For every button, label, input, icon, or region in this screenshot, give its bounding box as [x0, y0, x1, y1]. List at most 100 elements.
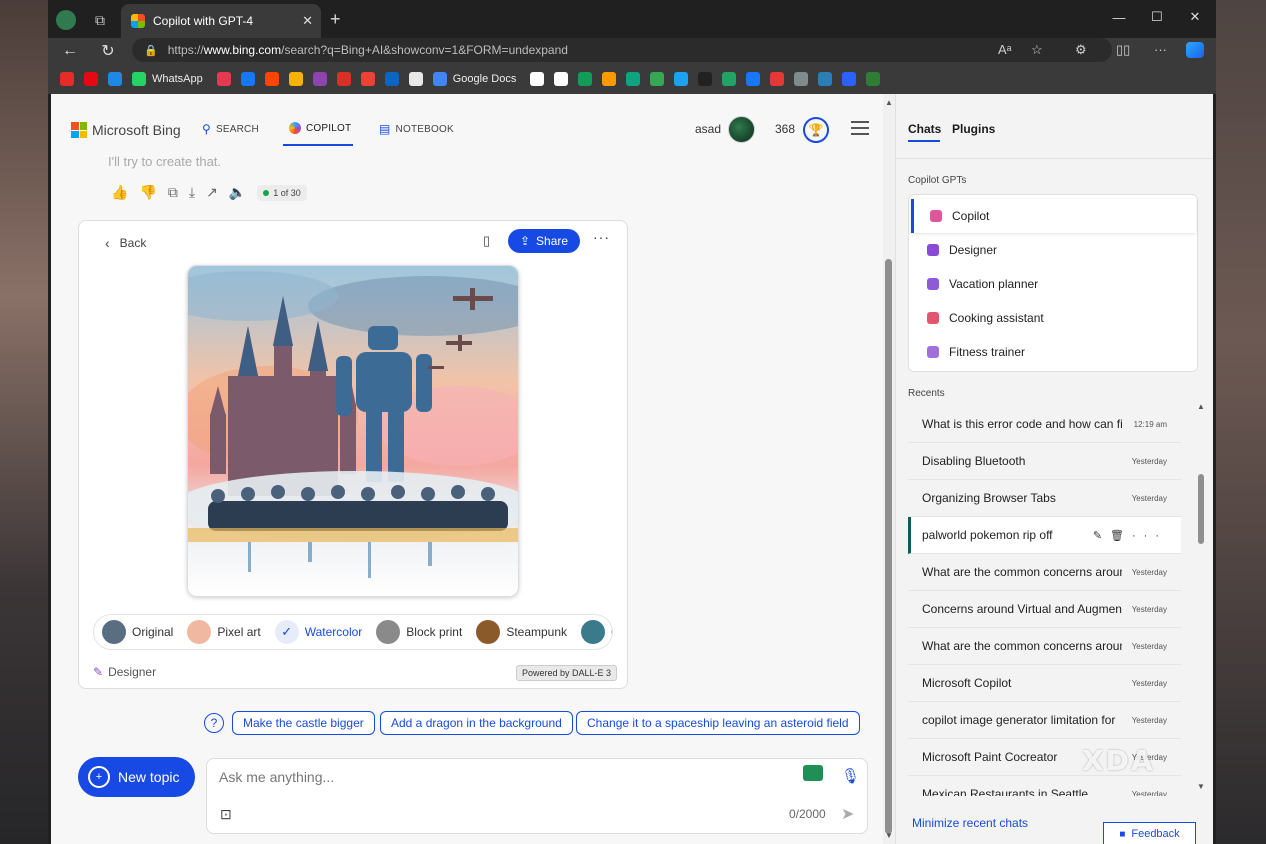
gpt-item[interactable]: Cooking assistant [911, 301, 1196, 335]
favorite-item[interactable] [576, 69, 594, 89]
favorite-item[interactable] [215, 69, 233, 89]
back-button[interactable]: ‹ Back [105, 235, 146, 251]
sidebar-scroll-thumb[interactable] [1198, 474, 1204, 544]
favorite-item[interactable] [239, 69, 257, 89]
microphone-icon[interactable]: 🎙 [841, 767, 860, 785]
favorite-item[interactable] [792, 69, 810, 89]
minimize-window-button[interactable]: — [1100, 4, 1138, 30]
maximize-window-button[interactable]: ☐ [1138, 4, 1176, 30]
favorite-item[interactable] [744, 69, 762, 89]
style-option[interactable]: Original [102, 620, 173, 644]
download-icon[interactable]: ⤓ [189, 184, 195, 201]
recent-chat-item[interactable]: Mexican Restaurants in Seattle Yesterday [908, 776, 1181, 796]
close-window-button[interactable]: ✕ [1176, 4, 1214, 30]
favorite-item[interactable] [768, 69, 786, 89]
favorite-item[interactable] [82, 69, 100, 89]
help-circle-icon[interactable]: ? [204, 713, 224, 733]
favorite-item[interactable] [287, 69, 305, 89]
gpt-item[interactable]: Fitness trainer [911, 335, 1196, 369]
recent-chat-item[interactable]: Disabling Bluetooth Yesterday [908, 443, 1181, 480]
new-topic-button[interactable]: + New topic [78, 757, 195, 797]
favorite-item[interactable] [311, 69, 329, 89]
favorite-item[interactable] [106, 69, 124, 89]
gpt-item[interactable]: Copilot [911, 199, 1196, 233]
share-button[interactable]: ⇪ Share [508, 229, 580, 253]
settings-more-icon[interactable]: ··· [1154, 42, 1167, 57]
favorite-item[interactable] [720, 69, 738, 89]
thumbs-down-icon[interactable]: 👎 [139, 184, 156, 201]
tab-copilot[interactable]: Copilot with GPT-4 ✕ [121, 4, 321, 38]
favorite-item[interactable] [58, 69, 76, 89]
more-options-icon[interactable]: ··· [593, 229, 610, 245]
edit-delete-more-icons[interactable]: ✎🗑··· [1093, 529, 1167, 542]
favorite-item[interactable] [840, 69, 858, 89]
thumbs-up-icon[interactable]: 👍 [111, 184, 128, 201]
favorite-item[interactable] [359, 69, 377, 89]
tab-plugins[interactable]: Plugins [952, 122, 995, 136]
refresh-icon[interactable]: ↻ [96, 40, 120, 62]
scroll-down-icon[interactable]: ▼ [885, 831, 893, 840]
chat-input-box[interactable]: Ask me anything... 🎙 ⊡ 0/2000 ➤ [206, 758, 868, 834]
suggestion-chip-1[interactable]: Make the castle bigger [232, 711, 375, 735]
favorite-item[interactable] [528, 69, 546, 89]
profile-icon[interactable] [54, 8, 78, 32]
favorite-item[interactable] [864, 69, 882, 89]
favorite-item[interactable] [672, 69, 690, 89]
main-scroll-thumb[interactable] [885, 259, 892, 834]
copilot-sidebar-icon[interactable] [1186, 42, 1204, 58]
suggestion-chip-2[interactable]: Add a dragon in the background [380, 711, 573, 735]
hamburger-menu-icon[interactable] [851, 121, 869, 135]
style-option[interactable]: Pixel art [187, 620, 261, 644]
scroll-up-icon[interactable]: ▲ [885, 98, 893, 107]
favorite-item[interactable] [383, 69, 401, 89]
suggestion-chip-3[interactable]: Change it to a spaceship leaving an aste… [576, 711, 860, 735]
avatar[interactable] [728, 116, 755, 143]
address-bar[interactable]: 🔒 https://www.bing.com/search?q=Bing+AI&… [132, 38, 1112, 62]
recent-chat-item[interactable]: copilot image generator limitation for Ye… [908, 702, 1181, 739]
back-nav-icon[interactable]: ← [58, 40, 82, 62]
tab-copilot-nav[interactable]: COPILOT [289, 122, 351, 134]
bing-logo[interactable]: Microsoft Bing [71, 122, 181, 138]
style-option[interactable]: ✓ Watercolor [274, 620, 362, 644]
favorite-item[interactable] [648, 69, 666, 89]
image-upload-icon[interactable]: ⊡ [220, 806, 232, 823]
read-aloud-icon[interactable]: Aᵃ [998, 42, 1012, 57]
share-icon[interactable]: ↗ [206, 184, 218, 201]
style-option[interactable]: Cl [581, 620, 612, 644]
favorite-item[interactable] [263, 69, 281, 89]
gpt-item[interactable]: Designer [911, 233, 1196, 267]
recent-chat-item[interactable]: What is this error code and how can fix 1… [908, 406, 1181, 443]
recent-chat-item[interactable]: What are the common concerns around Yeste… [908, 554, 1181, 591]
feedback-button[interactable]: ■ Feedback [1103, 822, 1196, 844]
copy-image-icon[interactable]: ▯ [483, 233, 490, 249]
gpt-item[interactable]: Vacation planner [911, 267, 1196, 301]
new-tab-button[interactable]: + [330, 9, 341, 30]
copy-icon[interactable]: ⧉ [168, 184, 178, 201]
generated-image[interactable] [187, 265, 519, 597]
grammar-extension-icon[interactable] [803, 765, 823, 781]
rewards-trophy-icon[interactable]: 🏆 [803, 117, 829, 143]
favorite-star-icon[interactable]: ☆ [1031, 42, 1043, 58]
favorite-item[interactable]: WhatsApp [130, 69, 209, 89]
favorite-item[interactable] [696, 69, 714, 89]
favorite-item[interactable] [600, 69, 618, 89]
workspaces-icon[interactable]: ⧉ [88, 8, 112, 32]
sidebar-scrollbar[interactable]: ▲ ▼ [1196, 402, 1206, 804]
split-screen-icon[interactable]: ▯▯ [1116, 42, 1130, 58]
recent-chat-item[interactable]: Microsoft Copilot Yesterday [908, 665, 1181, 702]
minimize-recent-chats-link[interactable]: Minimize recent chats [912, 816, 1028, 830]
favorite-item[interactable] [335, 69, 353, 89]
recent-chat-item[interactable]: Organizing Browser Tabs Yesterday [908, 480, 1181, 517]
recent-chat-item[interactable]: Concerns around Virtual and Augmented Yes… [908, 591, 1181, 628]
main-scrollbar[interactable]: ▲ ▼ [883, 94, 895, 844]
read-aloud-speaker-icon[interactable]: 🔈 [229, 184, 246, 201]
sidebar-scroll-up-icon[interactable]: ▲ [1197, 402, 1205, 411]
favorite-item[interactable] [624, 69, 642, 89]
send-icon[interactable]: ➤ [841, 804, 854, 824]
favorite-item[interactable] [816, 69, 834, 89]
favorite-item[interactable]: Google Docs [431, 69, 523, 89]
style-option[interactable]: Steampunk [476, 620, 567, 644]
sidebar-scroll-down-icon[interactable]: ▼ [1197, 782, 1205, 791]
close-tab-icon[interactable]: ✕ [302, 13, 313, 29]
extensions-icon[interactable]: ⚙ [1075, 42, 1087, 58]
